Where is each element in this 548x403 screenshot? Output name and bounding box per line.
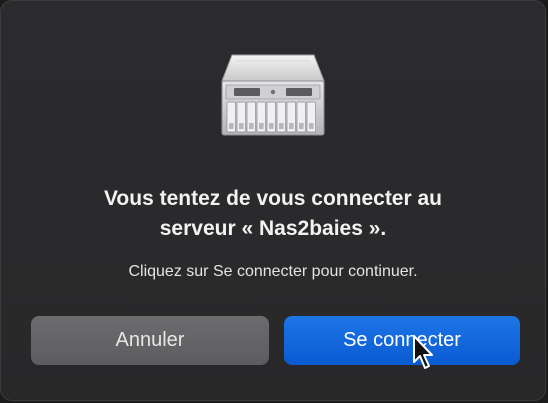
- server-icon: [221, 54, 325, 136]
- dialog-title-line-1: Vous tentez de vous connecter au: [103, 187, 443, 210]
- connect-dialog: Vous tentez de vous connecter au serveur…: [0, 0, 546, 401]
- connect-button[interactable]: Se connecter: [284, 316, 520, 365]
- cancel-button-label: Annuler: [115, 329, 185, 351]
- dialog-title-line-2: serveur « Nas2baies ».: [159, 217, 387, 240]
- dialog-title: Vous tentez de vous connecter au serveur…: [1, 184, 545, 244]
- dialog-message: Cliquez sur Se connecter pour continuer.: [128, 263, 418, 280]
- connect-button-label: Se connecter: [343, 329, 461, 351]
- cancel-button[interactable]: Annuler: [31, 316, 269, 365]
